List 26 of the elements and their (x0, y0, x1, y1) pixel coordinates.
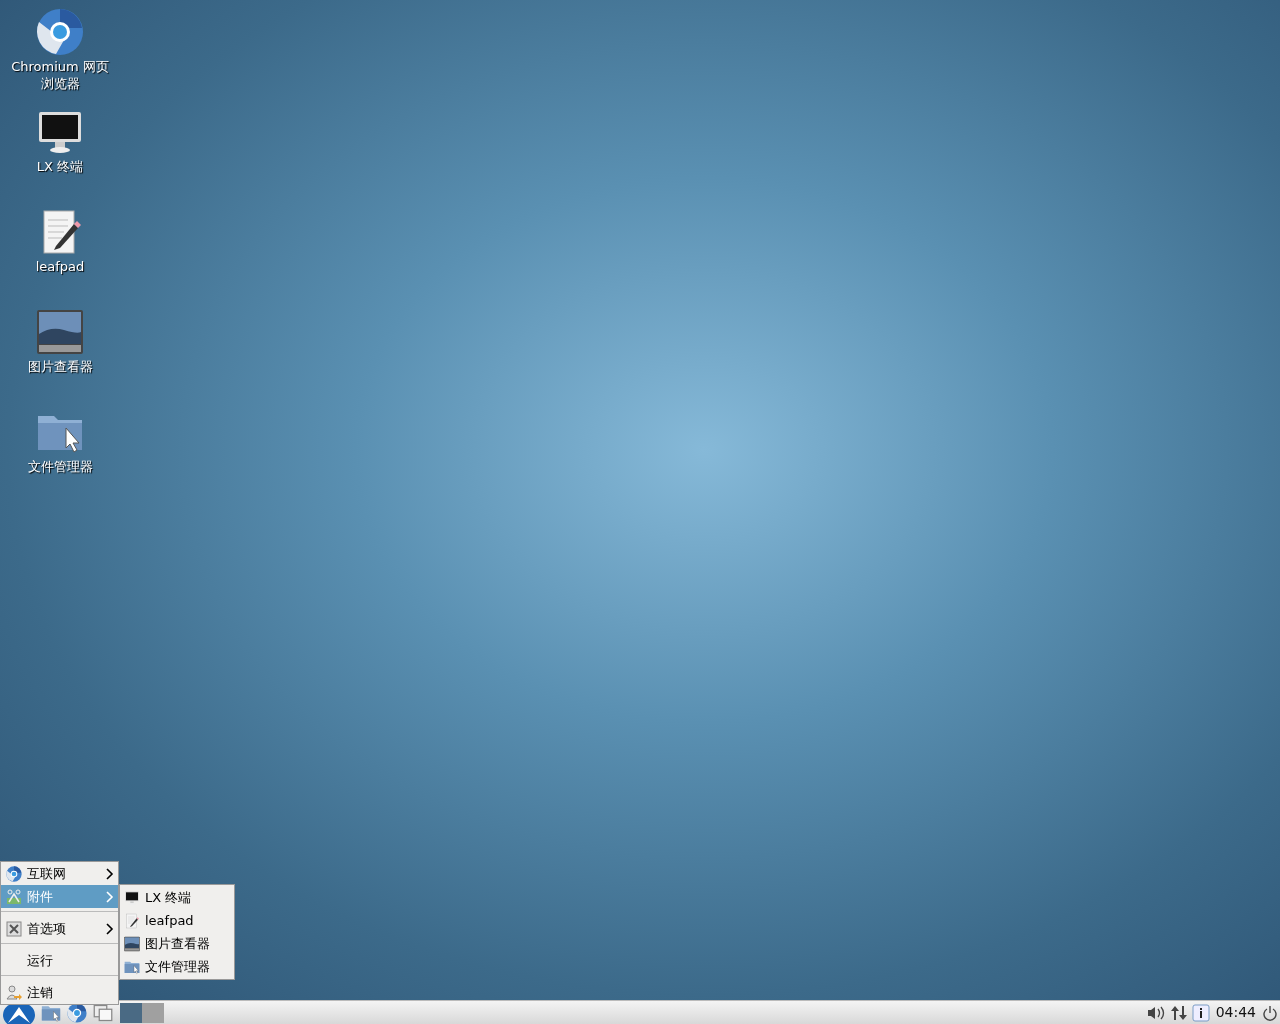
browser-icon (36, 8, 84, 56)
menu-item[interactable]: 互联网 (1, 862, 118, 885)
notepad-pencil-icon (124, 912, 140, 929)
preferences-icon (6, 920, 22, 937)
photo-viewer-icon (36, 308, 84, 356)
menu-item[interactable]: leafpad (120, 909, 234, 932)
clock[interactable]: 04:44 (1213, 1002, 1258, 1023)
monitor-icon (124, 889, 140, 906)
chevron-right-icon (106, 922, 114, 935)
chevron-right-icon (106, 867, 114, 880)
menu-item[interactable]: LX 终端 (120, 886, 234, 909)
menu-item[interactable]: 注销 (1, 981, 118, 1004)
network-arrows-icon[interactable] (1169, 1004, 1188, 1021)
menu-item[interactable]: 图片查看器 (120, 932, 234, 955)
menu-item[interactable]: 运行 (1, 949, 118, 972)
info-icon[interactable] (1191, 1003, 1210, 1022)
browser-icon (67, 1002, 87, 1023)
volume-icon[interactable] (1145, 1004, 1166, 1021)
chevron-right-icon (106, 890, 114, 903)
accessories-icon (6, 888, 22, 905)
menu-item[interactable]: 首选项 (1, 917, 118, 940)
desktop-pager-button[interactable] (120, 1002, 142, 1023)
power-icon[interactable] (1262, 1004, 1278, 1021)
menu-item[interactable]: 文件管理器 (120, 955, 234, 978)
photo-viewer-icon (124, 935, 140, 952)
user-logout-icon (6, 984, 22, 1001)
